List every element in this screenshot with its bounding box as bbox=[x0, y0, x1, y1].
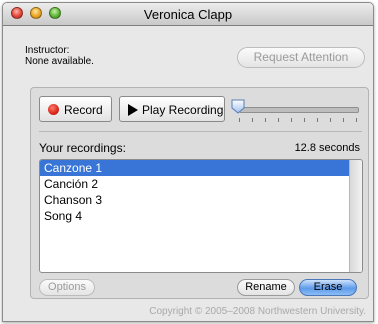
list-item[interactable]: Song 4 bbox=[40, 208, 362, 224]
title-bar[interactable]: Veronica Clapp bbox=[3, 3, 373, 26]
request-attention-button[interactable]: Request Attention bbox=[237, 47, 365, 68]
play-label: Play Recording bbox=[142, 103, 224, 117]
record-label: Record bbox=[64, 103, 103, 117]
recording-panel: Record Play Recording Your recordings: 1… bbox=[30, 87, 369, 299]
play-recording-button[interactable]: Play Recording bbox=[119, 96, 225, 122]
recording-duration: 12.8 seconds bbox=[294, 142, 360, 154]
instructor-info: Instructor: None available. bbox=[25, 45, 94, 67]
slider-ticks bbox=[239, 118, 359, 122]
recordings-header: Your recordings: bbox=[39, 141, 126, 155]
play-icon bbox=[128, 104, 138, 116]
list-item[interactable]: Chanson 3 bbox=[40, 192, 362, 208]
rename-button[interactable]: Rename bbox=[237, 279, 295, 296]
divider bbox=[39, 131, 362, 132]
options-button[interactable]: Options bbox=[39, 279, 95, 296]
instructor-label: Instructor: bbox=[25, 45, 70, 56]
window-title: Veronica Clapp bbox=[143, 7, 233, 22]
playback-slider-knob[interactable] bbox=[231, 99, 245, 114]
instructor-value: None available. bbox=[25, 56, 94, 67]
record-dot-icon bbox=[48, 104, 59, 115]
list-item[interactable]: Canzone 1 bbox=[40, 160, 362, 176]
recordings-list[interactable]: Canzone 1 Canción 2 Chanson 3 Song 4 bbox=[39, 159, 363, 273]
playback-slider-track[interactable] bbox=[239, 107, 359, 113]
record-button[interactable]: Record bbox=[39, 96, 112, 122]
app-window: Veronica Clapp Instructor: None availabl… bbox=[2, 2, 374, 322]
copyright-text: Copyright © 2005–2008 Northwestern Unive… bbox=[149, 306, 366, 317]
list-scrollbar[interactable] bbox=[349, 160, 362, 272]
list-item[interactable]: Canción 2 bbox=[40, 176, 362, 192]
erase-button[interactable]: Erase bbox=[299, 279, 357, 296]
